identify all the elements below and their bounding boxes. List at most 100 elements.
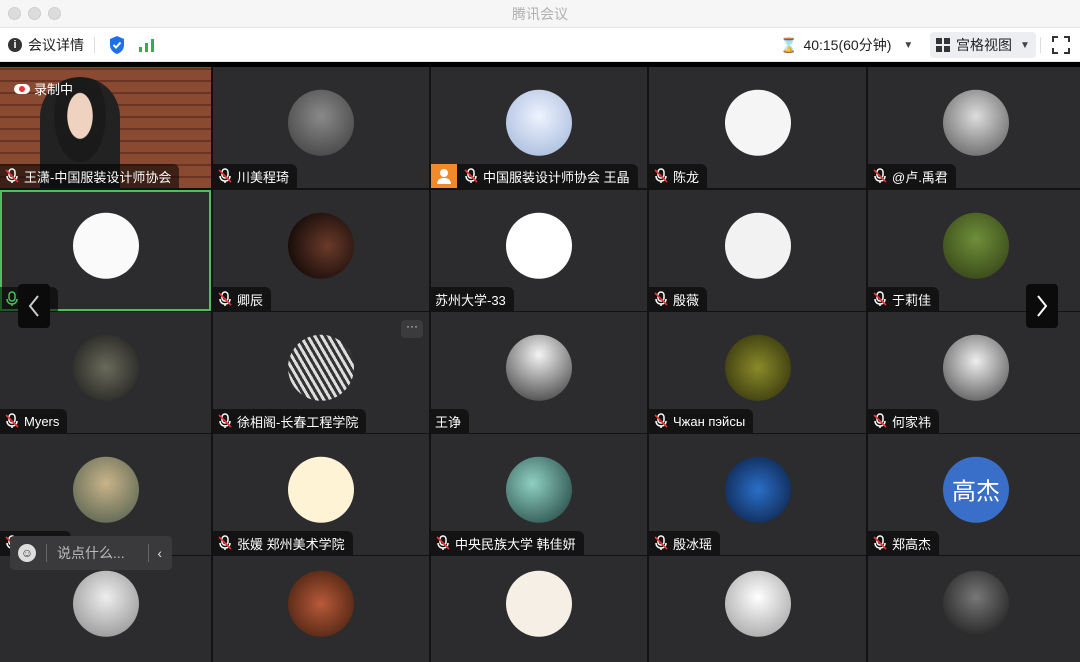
emoji-icon[interactable]: ☺ [18,544,36,562]
participant-nametag: Myers [0,409,68,433]
participant-name: 卿辰 [237,292,264,308]
participant-tile[interactable]: Чжан пэйсы [649,312,866,433]
participant-name: 中国服装设计师协会 王晶 [483,169,630,185]
participant-avatar [288,212,354,279]
participant-nametag: 卿辰 [213,287,272,311]
participant-tile[interactable]: 录制中 王潇-中国服装设计师协会 [0,67,211,188]
window-title: 腾讯会议 [512,6,568,22]
chevron-right-icon [1037,295,1048,317]
participant-nametag: 徐相阁-长春工程学院 [213,409,367,433]
participant-tile[interactable]: 王诤 [431,312,647,433]
participant-avatar [943,212,1009,279]
participant-nametag: 中央民族大学 韩佳妍 [431,531,584,555]
microphone-muted-icon [872,535,888,551]
participant-tile[interactable] [431,556,647,662]
participant-avatar [288,89,354,156]
video-grid: 录制中王潇-中国服装设计师协会川美程琦中国服装设计师协会 王晶陈龙@卢.禹君温馨… [0,67,1080,662]
chevron-down-icon: ▼ [1020,39,1030,51]
microphone-muted-icon [872,413,888,429]
participant-tile[interactable]: 中国服装设计师协会 王晶 [431,67,647,188]
participant-avatar [288,456,354,523]
participant-name: 于莉佳 [892,292,932,308]
participant-tile[interactable] [868,556,1080,662]
participant-tile[interactable]: 中央民族大学 韩佳妍 [431,434,647,555]
collapse-chat-icon[interactable]: ‹ [157,545,162,561]
participant-nametag: 于莉佳 [868,287,940,311]
microphone-muted-icon [653,535,669,551]
info-icon: i [8,38,22,52]
participant-avatar [724,570,791,637]
fullscreen-button[interactable] [1052,28,1070,62]
participant-nametag: 张媛 郑州美术学院 [213,531,353,555]
participant-tile[interactable]: Myers [0,312,211,433]
microphone-muted-icon [463,168,479,184]
participant-nametag: 川美程琦 [213,164,298,188]
participant-nametag: 中国服装设计师协会 王晶 [431,164,638,188]
chat-placeholder: 说点什么... [57,545,125,561]
participant-tile[interactable]: 陈龙 [649,67,866,188]
participant-nametag: Чжан пэйсы [649,409,754,433]
view-mode-select[interactable]: 宫格视图 ▼ [930,32,1036,58]
signal-strength-icon[interactable] [138,28,156,62]
participant-avatar [943,334,1009,401]
participant-tile[interactable]: 苏州大学-33 [431,190,647,311]
participant-name: @卢.禹君 [892,169,948,185]
participant-tile[interactable] [649,556,866,662]
security-shield-icon[interactable] [108,28,126,62]
grid-view-icon [936,38,950,52]
meeting-toolbar: i 会议详情 ⌛ 40:15(60分钟) ▼ 宫格视图 ▼ [0,28,1080,62]
participant-tile[interactable] [213,556,429,662]
participant-tile[interactable]: ··· 徐相阁-长春工程学院 [213,312,429,433]
participant-tile[interactable]: 卿辰 [213,190,429,311]
microphone-muted-icon [217,168,233,184]
participant-name: 殷薇 [673,292,700,308]
fullscreen-icon [1052,36,1070,54]
participant-tile[interactable]: 川美程琦 [213,67,429,188]
participant-name: 川美程琦 [237,169,290,185]
participant-nametag: 王诤 [431,409,470,433]
toolbar-divider [1040,37,1041,53]
meeting-timer[interactable]: ⌛ 40:15(60分钟) ▼ [780,28,913,62]
participant-nametag: 陈龙 [649,164,708,188]
timer-text: 40:15(60分钟) [803,37,892,53]
participant-tile[interactable]: 殷薇 [649,190,866,311]
meeting-details-button[interactable]: i 会议详情 [8,28,84,62]
chevron-left-icon [28,295,39,317]
participant-nametag: 郑高杰 [868,531,940,555]
more-options-button[interactable]: ··· [401,320,423,338]
next-page-button[interactable] [1026,284,1058,328]
participant-nametag: 苏州大学-33 [431,287,514,311]
meeting-details-label: 会议详情 [28,37,84,53]
participant-name: 徐相阁-长春工程学院 [237,414,359,430]
participant-tile[interactable]: 高杰 郑高杰 [868,434,1080,555]
recording-label: 录制中 [34,82,74,97]
view-mode-label: 宫格视图 [956,37,1012,53]
microphone-muted-icon [217,535,233,551]
participant-tile[interactable]: @卢.禹君 [868,67,1080,188]
microphone-muted-icon [217,413,233,429]
participant-tile[interactable]: 殷冰瑶 [649,434,866,555]
chat-input-bar[interactable]: ☺ 说点什么... ‹ [10,536,172,570]
participant-avatar [506,570,572,637]
participant-avatar [72,456,139,523]
participant-avatar: 高杰 [943,456,1009,523]
participant-nametag: 殷冰瑶 [649,531,721,555]
participant-tile[interactable]: 张媛 郑州美术学院 [213,434,429,555]
participant-avatar [724,212,791,279]
participant-avatar [506,334,572,401]
previous-page-button[interactable] [18,284,50,328]
participant-name: 郑高杰 [892,536,932,552]
microphone-muted-icon [653,291,669,307]
participant-name: 陈龙 [673,169,700,185]
participant-avatar [943,570,1009,637]
participant-avatar [72,334,139,401]
participant-avatar [506,456,572,523]
participant-avatar [506,212,572,279]
chevron-down-icon: ▼ [903,39,914,51]
microphone-muted-icon [435,535,451,551]
participant-name: Чжан пэйсы [673,413,746,429]
participant-avatar [724,334,791,401]
participant-avatar [506,89,572,156]
participant-tile[interactable]: 何家祎 [868,312,1080,433]
participant-tile[interactable] [0,556,211,662]
